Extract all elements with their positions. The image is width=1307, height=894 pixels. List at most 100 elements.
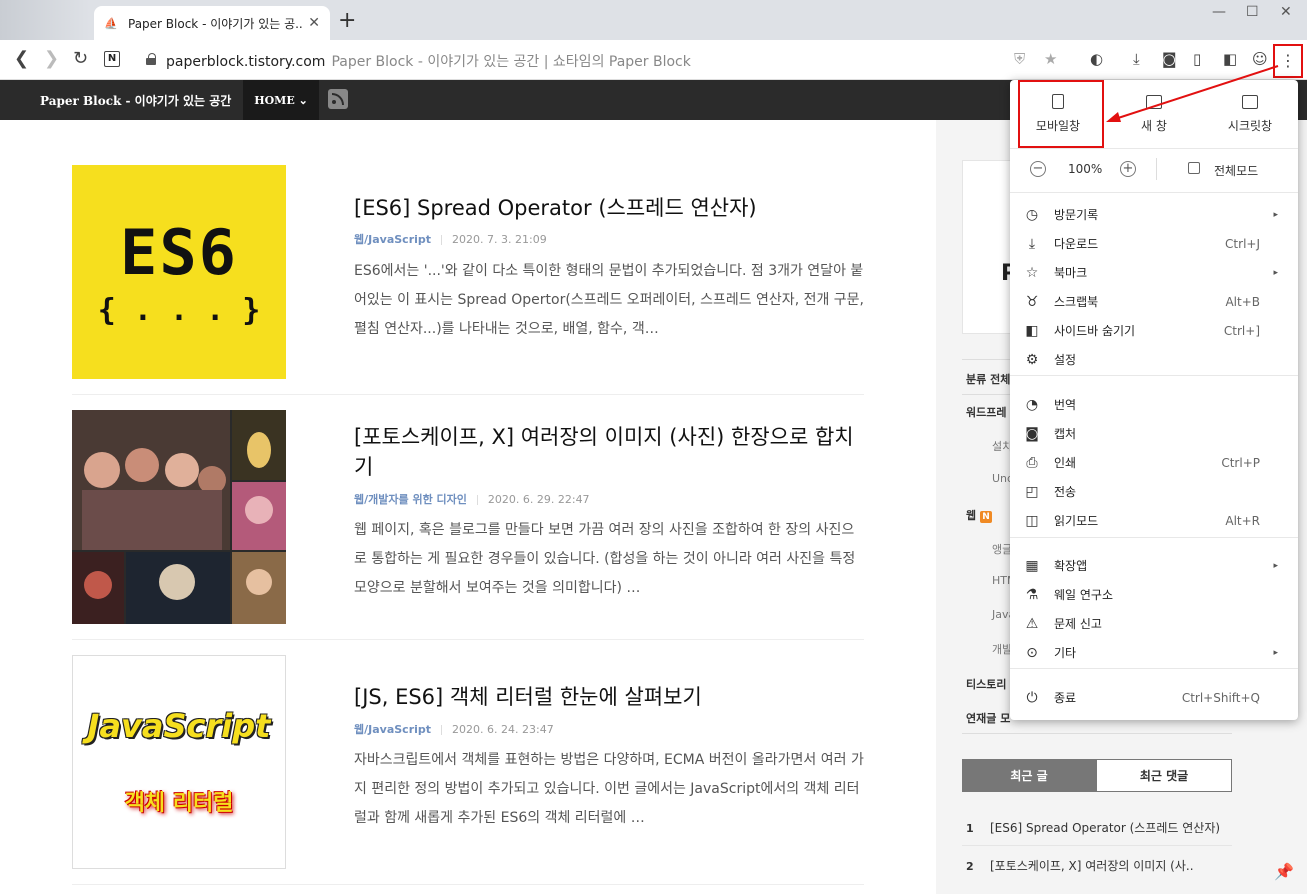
category-item[interactable]: 워드프레 <box>966 404 1006 420</box>
home-menu[interactable]: HOME ⌄ <box>243 80 319 120</box>
post-title[interactable]: [ES6] Spread Operator (스프레드 연산자) <box>354 193 864 223</box>
zoom-out-icon[interactable]: − <box>1030 161 1046 177</box>
photo-collage <box>72 410 286 624</box>
tab-recent-comments[interactable]: 최근 댓글 <box>1096 759 1232 792</box>
post-category[interactable]: 웹/JavaScript <box>354 233 431 246</box>
category-all[interactable]: 분류 전체 <box>966 371 1010 387</box>
menu-item[interactable]: ⤓ 다운로드 Ctrl+J <box>1010 229 1298 258</box>
back-icon[interactable]: ❮ <box>14 48 29 69</box>
zoom-row: − 100% + 전체모드 <box>1010 158 1298 182</box>
menu-item[interactable]: ⏻ 종료 Ctrl+Shift+Q <box>1010 683 1298 712</box>
menu-item[interactable]: ⎙ 인쇄 Ctrl+P <box>1010 448 1298 477</box>
post-date: 2020. 6. 24. 23:47 <box>452 723 554 736</box>
browser-tab[interactable]: ⛵ Paper Block - 이야기가 있는 공... ✕ <box>94 6 330 40</box>
menu-item-label: 사이드바 숨기기 <box>1054 324 1136 338</box>
menu-item[interactable]: ▦ 확장앱 ▸ <box>1010 551 1298 580</box>
post-meta: 웹/JavaScript 2020. 7. 3. 21:09 <box>354 231 547 247</box>
fullscreen-button[interactable]: 전체모드 <box>1214 162 1258 179</box>
menu-item-label: 종료 <box>1054 691 1077 705</box>
menu-item-label: 기타 <box>1054 646 1077 660</box>
post-meta: 웹/개발자를 위한 디자인 2020. 6. 29. 22:47 <box>354 491 590 507</box>
post-title[interactable]: [JS, ES6] 객체 리터럴 한눈에 살펴보기 <box>354 682 864 712</box>
post-category[interactable]: 웹/개발자를 위한 디자인 <box>354 493 467 506</box>
recent-post-item[interactable]: 2 [포토스케이프, X] 여러장의 이미지 (사.. <box>966 857 1194 874</box>
divider <box>72 884 864 885</box>
post-thumbnail[interactable]: JavaScript 객체 리터럴 <box>72 655 286 869</box>
menu-item[interactable]: ◔ 번역 <box>1010 390 1298 419</box>
post-thumbnail[interactable] <box>72 410 286 624</box>
post-excerpt: 자바스크립트에서 객체를 표현하는 방법은 다양하며, ECMA 버전이 올라가… <box>354 752 864 826</box>
menu-item-icon: ◧ <box>1025 322 1039 339</box>
divider <box>962 733 1232 734</box>
menu-item-shortcut: Alt+B <box>1225 294 1260 309</box>
close-window-button[interactable]: ✕ <box>1280 4 1292 20</box>
menu-item-icon: ♉ <box>1025 293 1039 310</box>
divider <box>1010 537 1298 538</box>
menu-item-icon: ⤓ <box>1028 235 1036 252</box>
recent-post-item[interactable]: 1 [ES6] Spread Operator (스프레드 연산자) <box>966 819 1220 836</box>
shield-icon[interactable]: ⛨ <box>1014 50 1025 68</box>
menu-item[interactable]: ⚠ 문제 신고 <box>1010 609 1298 638</box>
menu-item-icon: ◰ <box>1025 483 1039 500</box>
post-category[interactable]: 웹/JavaScript <box>354 723 431 736</box>
menu-item[interactable]: ⊙ 기타 ▸ <box>1010 638 1298 667</box>
post-title[interactable]: [포토스케이프, X] 여러장의 이미지 (사진) 한장으로 합치기 <box>354 422 864 482</box>
category-item[interactable]: 웹 N <box>966 507 992 523</box>
post-thumbnail[interactable]: ES6 { . . . } <box>72 165 286 379</box>
new-badge-icon: N <box>979 511 992 523</box>
fullscreen-icon[interactable] <box>1188 162 1200 174</box>
menu-item-label: 인쇄 <box>1054 456 1077 470</box>
menu-item[interactable]: ◙ 캡처 <box>1010 419 1298 448</box>
new-tab-button[interactable]: + <box>338 8 356 33</box>
menu-item-shortcut: Ctrl+P <box>1221 455 1260 470</box>
divider <box>72 394 864 395</box>
forward-icon[interactable]: ❯ <box>44 48 59 69</box>
divider <box>1010 148 1298 149</box>
url-field[interactable]: paperblock.tistory.com Paper Block - 이야기가… <box>166 51 691 71</box>
divider <box>72 639 864 640</box>
menu-item-label: 전송 <box>1054 485 1077 499</box>
menu-item[interactable]: ◧ 사이드바 숨기기 Ctrl+] <box>1010 316 1298 345</box>
menu-item-label: 설정 <box>1054 353 1077 367</box>
menu-item[interactable]: ◷ 방문기록 ▸ <box>1010 200 1298 229</box>
category-item[interactable]: 티스토리 <box>966 676 1006 692</box>
menu-item-icon: ◙ <box>1025 425 1039 442</box>
post-excerpt: ES6에서는 '...'와 같이 다소 특이한 형태의 문법이 추가되었습니다.… <box>354 263 864 337</box>
chevron-right-icon: ▸ <box>1273 560 1278 571</box>
category-item[interactable]: 연재글 모 <box>966 710 1010 726</box>
post-meta: 웹/JavaScript 2020. 6. 24. 23:47 <box>354 721 554 737</box>
zoom-in-icon[interactable]: + <box>1120 161 1136 177</box>
tab-favicon-icon: ⛵ <box>104 17 118 30</box>
rss-icon[interactable] <box>328 89 348 109</box>
naver-icon[interactable]: N <box>104 51 120 67</box>
menu-item-icon: ⎙ <box>1026 454 1038 471</box>
tab-recent-posts[interactable]: 최근 글 <box>962 759 1096 792</box>
menu-item-label: 확장앱 <box>1054 559 1088 573</box>
menu-item-icon: ⊙ <box>1026 644 1038 661</box>
post-excerpt: 웹 페이지, 혹은 블로그를 만들다 보면 가끔 여러 장의 사진을 조합하여 … <box>354 522 856 596</box>
mouse-gesture-icon[interactable]: ◐ <box>1090 50 1103 68</box>
chevron-right-icon: ▸ <box>1273 647 1278 658</box>
menu-item[interactable]: ⚗ 웨일 연구소 <box>1010 580 1298 609</box>
menu-item[interactable]: ⚙ 설정 <box>1010 345 1298 374</box>
menu-item-icon: ⚠ <box>1025 615 1039 632</box>
menu-item[interactable]: ◫ 읽기모드 Alt+R <box>1010 506 1298 535</box>
browser-logo <box>0 0 90 40</box>
lock-icon[interactable] <box>146 53 156 65</box>
thumb-subtext: 객체 리터럴 <box>124 791 234 816</box>
menu-item-label: 스크랩북 <box>1054 295 1099 309</box>
reload-icon[interactable]: ↻ <box>73 48 88 69</box>
maximize-button[interactable]: ☐ <box>1246 4 1259 20</box>
menu-item[interactable]: ♉ 스크랩북 Alt+B <box>1010 287 1298 316</box>
menu-item-icon: ◔ <box>1025 396 1039 413</box>
blog-title[interactable]: Paper Block - 이야기가 있는 공간 <box>40 92 231 109</box>
minimize-button[interactable]: — <box>1212 4 1226 20</box>
bookmark-star-icon[interactable]: ★ <box>1044 50 1057 68</box>
tab-close-icon[interactable]: ✕ <box>308 15 320 31</box>
menu-item-shortcut: Ctrl+Shift+Q <box>1181 690 1260 705</box>
mobile-window-highlight <box>1018 80 1104 148</box>
menu-item[interactable]: ◰ 전송 <box>1010 477 1298 506</box>
pin-icon[interactable]: 📌 <box>1274 862 1294 881</box>
divider <box>962 845 1232 846</box>
menu-item[interactable]: ☆ 북마크 ▸ <box>1010 258 1298 287</box>
